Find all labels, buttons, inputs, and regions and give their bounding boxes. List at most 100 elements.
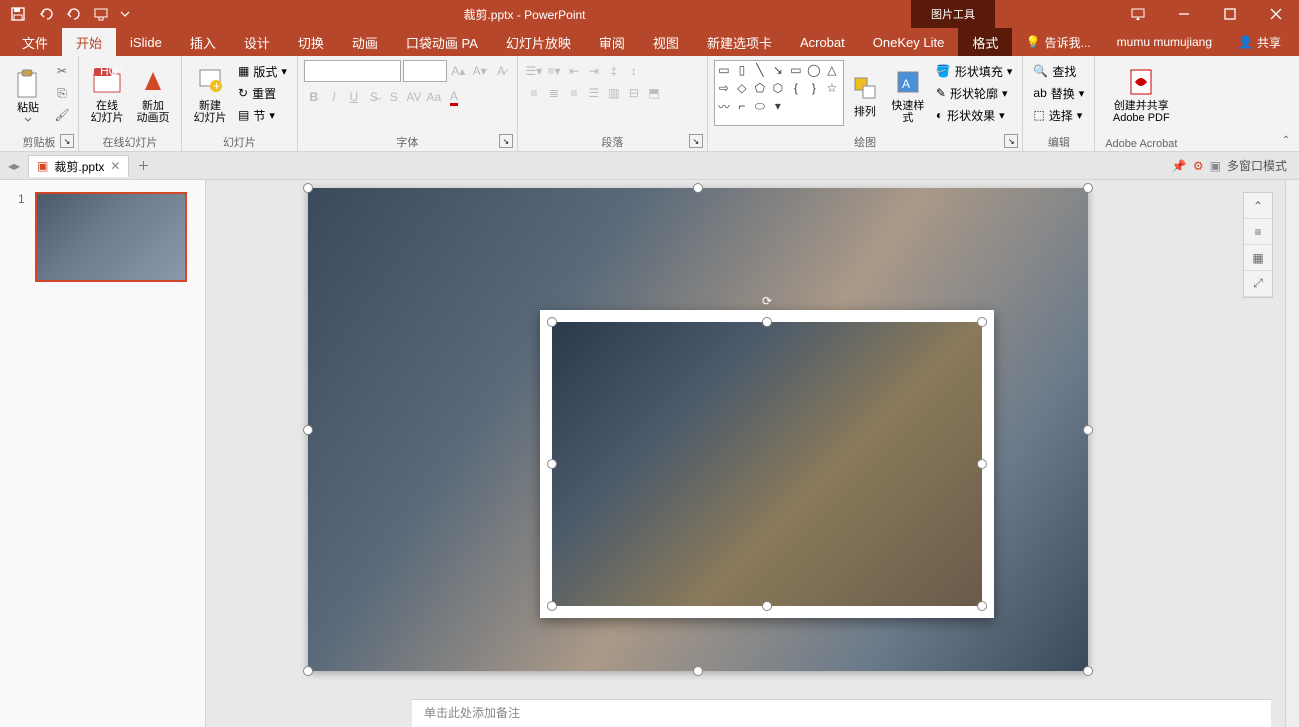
align-text-icon[interactable]: ⊟ [624,82,644,104]
shape-oval-icon[interactable]: ◯ [807,63,821,77]
redo-icon[interactable] [60,0,88,28]
shape-rarrow-icon[interactable]: ⇨ [717,81,731,95]
selection-handle[interactable] [977,459,987,469]
change-case-icon[interactable]: Aa [424,86,444,108]
tell-me-search[interactable]: 💡告诉我... [1016,34,1101,51]
user-name[interactable]: mumu mumujiang [1109,35,1220,49]
quick-styles-button[interactable]: A 快速样式 [886,60,930,130]
add-tab-icon[interactable]: ＋ [133,156,153,176]
increase-font-icon[interactable]: A▴ [449,60,468,82]
font-color-icon[interactable]: A [444,86,464,108]
new-slide-button[interactable]: + 新建 幻灯片 [188,60,232,130]
shape-callout-icon[interactable]: ⬭ [753,99,767,113]
gear-icon[interactable]: ⚙ [1193,159,1204,173]
tab-newtab[interactable]: 新建选项卡 [693,28,786,56]
maximize-icon[interactable] [1207,0,1253,28]
undo-icon[interactable] [32,0,60,28]
shape-lbrace-icon[interactable]: { [789,81,803,95]
smartart-icon[interactable]: ⬒ [644,82,664,104]
share-button[interactable]: 👤共享 [1228,34,1291,51]
shape-line-icon[interactable]: ╲ [753,63,767,77]
justify-icon[interactable]: ☰ [584,82,604,104]
close-icon[interactable] [1253,0,1299,28]
line-spacing-icon[interactable]: ‡ [604,60,624,82]
font-size-input[interactable] [403,60,446,82]
select-button[interactable]: ⬚选择 ▾ [1029,104,1088,126]
shape-vtext-icon[interactable]: ▯ [735,63,749,77]
underline-icon[interactable]: U [344,86,364,108]
tab-transitions[interactable]: 切换 [284,28,338,56]
tab-nav-icon[interactable]: ◂▸ [4,159,24,173]
selection-handle[interactable] [693,183,703,193]
shape-outline-button[interactable]: ✎形状轮廓 ▾ [932,82,1017,104]
tab-animations[interactable]: 动画 [338,28,392,56]
bullets-icon[interactable]: ☰▾ [524,60,544,82]
tab-review[interactable]: 审阅 [585,28,639,56]
multi-window-label[interactable]: 多窗口模式 [1227,157,1287,174]
tab-view[interactable]: 视图 [639,28,693,56]
start-from-beginning-icon[interactable] [88,0,116,28]
font-launcher[interactable]: ↘ [499,134,513,148]
selection-handle[interactable] [977,601,987,611]
shape-star-icon[interactable]: ☆ [825,81,839,95]
save-icon[interactable] [4,0,32,28]
selection-handle[interactable] [547,459,557,469]
slide-thumbnail[interactable] [35,192,187,282]
copy-icon[interactable]: ⎘ [52,82,72,104]
thumb-item[interactable]: 1 [18,192,187,282]
strikethrough-icon[interactable]: S̶ [364,86,384,108]
cut-icon[interactable]: ✂ [52,60,72,82]
selected-picture[interactable]: ⟳ [540,310,994,618]
paragraph-launcher[interactable]: ↘ [689,134,703,148]
find-button[interactable]: 🔍查找 [1029,60,1088,82]
shape-textbox-icon[interactable]: ▭ [717,63,731,77]
numbering-icon[interactable]: ≡▾ [544,60,564,82]
tab-insert[interactable]: 插入 [176,28,230,56]
tab-islide[interactable]: iSlide [116,28,176,56]
tab-file[interactable]: 文件 [8,28,62,56]
align-top-icon[interactable]: ⌃ [1244,193,1272,219]
shape-rect-icon[interactable]: ▭ [789,63,803,77]
decrease-indent-icon[interactable]: ⇤ [564,60,584,82]
format-painter-icon[interactable]: 🖌 [52,104,72,126]
selection-handle[interactable] [303,425,313,435]
notes-pane[interactable]: 单击此处添加备注 [412,699,1271,727]
vertical-scrollbar[interactable] [1285,180,1299,727]
shape-triangle-icon[interactable]: △ [825,63,839,77]
text-direction-icon[interactable]: ↕ [624,60,644,82]
replace-button[interactable]: ab替换 ▾ [1029,82,1088,104]
ribbon-options-icon[interactable] [1115,0,1161,28]
rotate-handle-icon[interactable]: ⟳ [762,294,772,308]
shape-fill-button[interactable]: 🪣形状填充 ▾ [932,60,1017,82]
selection-handle[interactable] [547,601,557,611]
shape-connector-icon[interactable]: ⌐ [735,99,749,113]
selection-handle[interactable] [977,317,987,327]
selection-handle[interactable] [1083,425,1093,435]
shape-curve-icon[interactable]: 〰 [717,99,731,113]
slide-canvas-area[interactable]: ⟳ ⌃ ≡ ▦ ⤢ 单击此处添加备注 [206,180,1285,727]
decrease-font-icon[interactable]: A▾ [470,60,489,82]
shadow-icon[interactable]: S [384,86,404,108]
clipboard-launcher[interactable]: ↘ [60,134,74,148]
close-tab-icon[interactable]: ✕ [110,159,120,173]
selection-handle[interactable] [693,666,703,676]
drawing-launcher[interactable]: ↘ [1004,134,1018,148]
tab-pa[interactable]: 口袋动画 PA [392,28,492,56]
align-grid-icon[interactable]: ▦ [1244,245,1272,271]
selection-handle[interactable] [1083,183,1093,193]
slide[interactable]: ⟳ [308,188,1088,671]
online-slide-button[interactable]: HOT 在线 幻灯片 [85,60,129,130]
pin-icon[interactable]: 📌 [1172,159,1187,173]
columns-icon[interactable]: ▥ [604,82,624,104]
tab-format[interactable]: 格式 [958,28,1012,56]
clear-format-icon[interactable]: A̷ [491,60,510,82]
increase-indent-icon[interactable]: ⇥ [584,60,604,82]
paste-button[interactable]: 粘贴 [6,60,50,130]
collapse-ribbon-icon[interactable]: ⌃ [1277,133,1295,147]
selection-handle[interactable] [762,317,772,327]
tab-slideshow[interactable]: 幻灯片放映 [492,28,585,56]
qat-customize-icon[interactable] [116,0,134,28]
align-middle-icon[interactable]: ≡ [1244,219,1272,245]
italic-icon[interactable]: I [324,86,344,108]
char-spacing-icon[interactable]: AV [404,86,424,108]
